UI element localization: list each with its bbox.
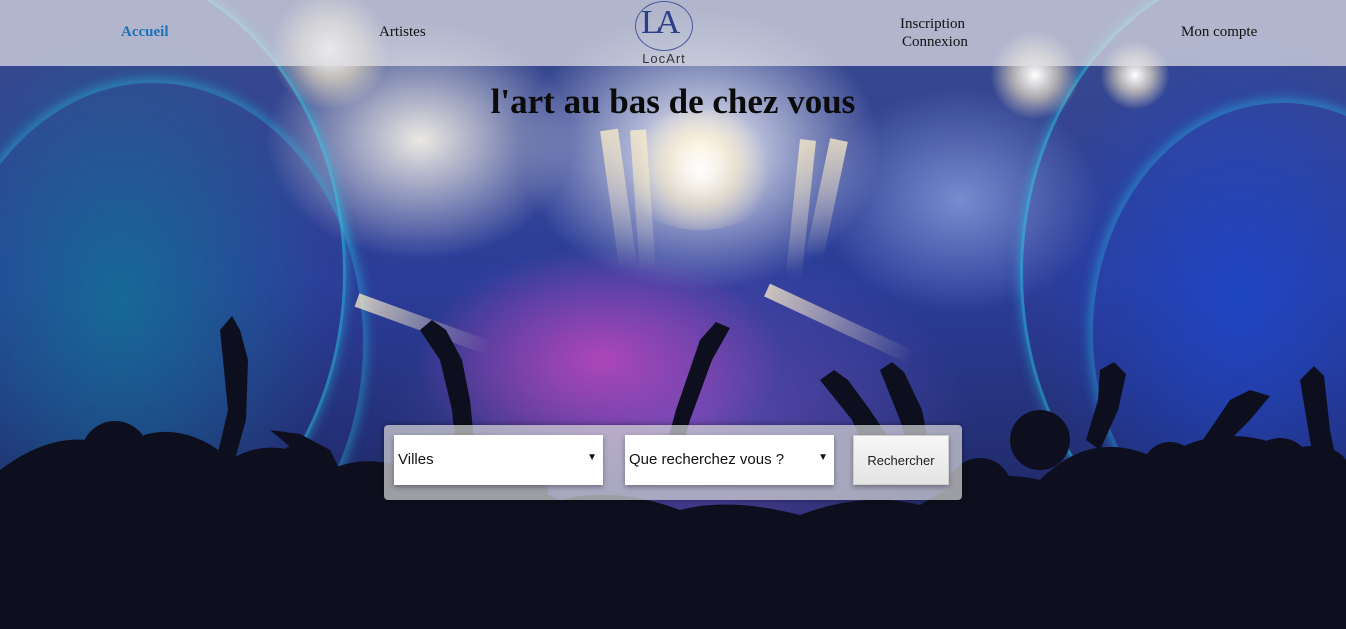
logo-letters: LA [641, 4, 680, 41]
type-select-value: Que recherchez vous ? [629, 451, 785, 468]
logo-name: LocArt [642, 51, 686, 66]
hero-title: l'art au bas de chez vous [490, 82, 856, 121]
nav-signup-link[interactable]: Inscription [900, 16, 965, 33]
city-select[interactable]: Villes ▼ [394, 435, 603, 485]
dropdown-arrow-icon: ▼ [818, 452, 828, 463]
locart-logo[interactable]: LA LocArt [635, 0, 693, 66]
search-button[interactable]: Rechercher [853, 435, 949, 485]
top-navigation: Accueil Artistes LA LocArt Inscription C… [0, 0, 1346, 66]
type-select[interactable]: Que recherchez vous ? ▼ [625, 435, 834, 485]
city-select-value: Villes [398, 451, 434, 468]
nav-artists-link[interactable]: Artistes [379, 24, 426, 41]
nav-login-link[interactable]: Connexion [902, 34, 968, 51]
nav-home-link[interactable]: Accueil [121, 24, 168, 41]
nav-account-link[interactable]: Mon compte [1181, 24, 1257, 41]
dropdown-arrow-icon: ▼ [587, 452, 597, 463]
search-panel: Villes ▼ Que recherchez vous ? ▼ Recherc… [384, 425, 962, 500]
